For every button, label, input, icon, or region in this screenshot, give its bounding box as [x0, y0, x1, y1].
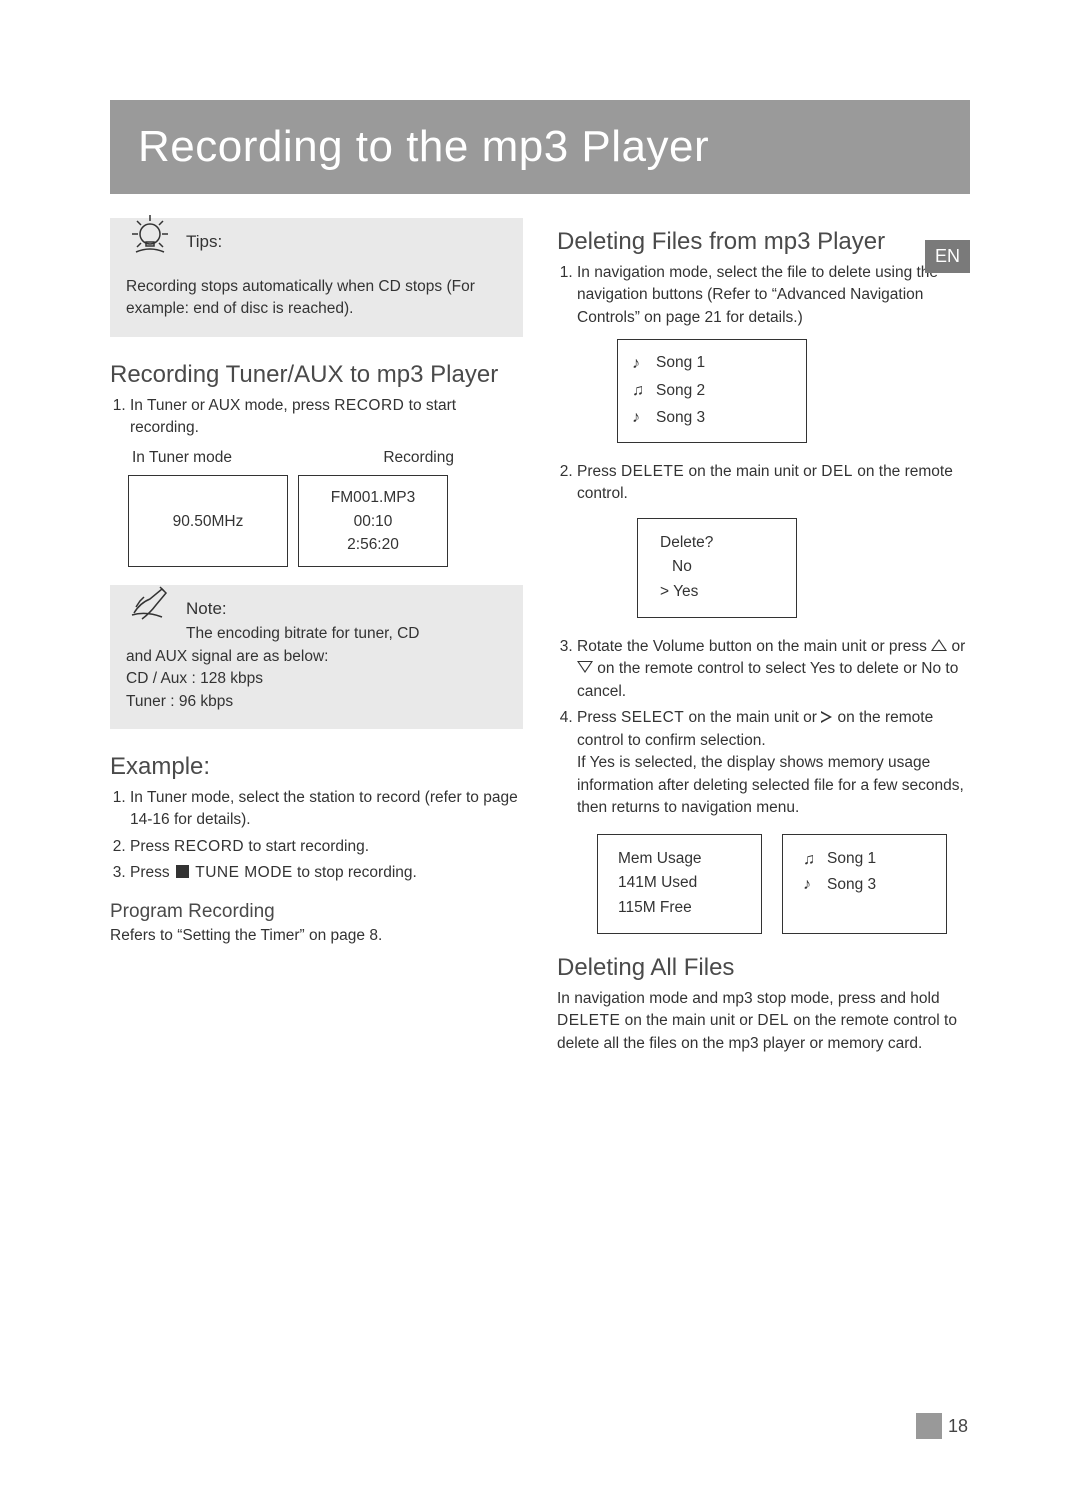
- tips-body: Recording stops automatically when CD st…: [126, 276, 507, 321]
- mem-usage-title: Mem Usage: [618, 847, 741, 872]
- deleting-all-body: In navigation mode and mp3 stop mode, pr…: [557, 988, 970, 1055]
- mem-used: 141M Used: [618, 871, 741, 896]
- song-row: ♫ Song 1: [803, 847, 926, 873]
- record-button-label: RECORD: [174, 838, 244, 855]
- music-note-icon: ♪: [632, 350, 646, 377]
- play-triangle-icon: [821, 711, 833, 723]
- lcd-rec-filename: FM001.MP3: [311, 486, 435, 509]
- list-item: Press TUNE MODE to stop recording.: [130, 862, 523, 884]
- lcd-display-row: 90.50MHz FM001.MP3 00:10 2:56:20: [128, 475, 523, 567]
- down-triangle-icon: [577, 661, 593, 673]
- deleting-steps-cont: Press DELETE on the main unit or DEL on …: [557, 461, 970, 506]
- up-triangle-icon: [931, 639, 947, 651]
- lcd-label-recording: Recording: [383, 449, 454, 467]
- record-button-label: RECORD: [334, 397, 404, 414]
- lcd-result-boxes: Mem Usage 141M Used 115M Free ♫ Song 1 ♪…: [597, 834, 970, 934]
- tips-label: Tips:: [186, 232, 507, 252]
- mem-free: 115M Free: [618, 896, 741, 921]
- note-block: Note: The encoding bitrate for tuner, CD…: [110, 585, 523, 729]
- tips-block: Tips: Recording stops automatically when…: [110, 218, 523, 337]
- lcd-label-tuner: In Tuner mode: [132, 449, 232, 467]
- song-name: Song 1: [827, 847, 876, 872]
- music-note-icon: ♫: [632, 377, 646, 404]
- delete-button-label: DELETE: [621, 463, 684, 480]
- list-item: Rotate the Volume button on the main uni…: [577, 636, 970, 703]
- song-row: ♪ Song 3: [632, 404, 788, 431]
- del-button-label: DEL: [757, 1012, 789, 1029]
- song-row: ♪ Song 1: [632, 350, 788, 377]
- music-note-icon: ♪: [803, 872, 817, 898]
- music-note-icon: ♫: [803, 847, 817, 873]
- right-column: Deleting Files from mp3 Player In naviga…: [557, 218, 970, 1055]
- list-item: In navigation mode, select the file to d…: [577, 262, 970, 329]
- deleting-steps: In navigation mode, select the file to d…: [557, 262, 970, 329]
- left-column: Tips: Recording stops automatically when…: [110, 218, 523, 1055]
- song-name: Song 3: [656, 405, 705, 431]
- note-body: The encoding bitrate for tuner, CD and A…: [126, 623, 507, 713]
- page-title: Recording to the mp3 Player: [138, 122, 709, 171]
- tune-mode-button-label: TUNE MODE: [195, 864, 293, 881]
- lcd-song-list-box: ♪ Song 1 ♫ Song 2 ♪ Song 3: [617, 339, 807, 443]
- lcd-song-list-after-box: ♫ Song 1 ♪ Song 3: [782, 834, 947, 934]
- section-heading-deleting-files: Deleting Files from mp3 Player: [557, 228, 970, 256]
- list-item: In Tuner mode, select the station to rec…: [130, 787, 523, 832]
- tips-lightbulb-icon: [126, 210, 178, 267]
- manual-page: Recording to the mp3 Player EN: [0, 0, 1080, 1499]
- lcd-labels-row: In Tuner mode Recording: [128, 449, 458, 467]
- language-tag: EN: [925, 240, 970, 273]
- lcd-delete-prompt-box: Delete? No > Yes: [637, 518, 797, 618]
- list-item: In Tuner or AUX mode, press RECORD to st…: [130, 395, 523, 440]
- section-heading-deleting-all: Deleting All Files: [557, 954, 970, 982]
- deleting-steps-cont2: Rotate the Volume button on the main uni…: [557, 636, 970, 820]
- song-name: Song 1: [656, 350, 705, 376]
- delete-prompt: Delete?: [660, 531, 774, 556]
- example-heading: Example:: [110, 753, 523, 781]
- recording-steps: In Tuner or AUX mode, press RECORD to st…: [110, 395, 523, 440]
- example-steps: In Tuner mode, select the station to rec…: [110, 787, 523, 885]
- song-row-selected: ♫ Song 2: [632, 377, 788, 404]
- content-columns: Tips: Recording stops automatically when…: [110, 218, 970, 1055]
- page-number: 18: [948, 1416, 968, 1437]
- song-name: Song 2: [656, 378, 705, 404]
- lcd-memory-usage-box: Mem Usage 141M Used 115M Free: [597, 834, 762, 934]
- lcd-tuner-freq: 90.50MHz: [173, 510, 244, 533]
- section-heading-recording-tuner: Recording Tuner/AUX to mp3 Player: [110, 361, 523, 389]
- lcd-rec-remaining: 2:56:20: [311, 533, 435, 556]
- page-title-banner: Recording to the mp3 Player: [110, 100, 970, 194]
- delete-option-no: No: [660, 555, 774, 580]
- list-item: Press DELETE on the main unit or DEL on …: [577, 461, 970, 506]
- program-recording-heading: Program Recording: [110, 901, 523, 923]
- lcd-tuner-box: 90.50MHz: [128, 475, 288, 567]
- select-button-label: SELECT: [621, 709, 684, 726]
- stop-icon: [176, 865, 189, 878]
- page-number-block: 18: [916, 1413, 968, 1439]
- page-number-decoration: [916, 1413, 942, 1439]
- song-name: Song 3: [827, 873, 876, 898]
- lcd-rec-elapsed: 00:10: [311, 510, 435, 533]
- note-hand-writing-icon: [126, 577, 178, 628]
- song-row: ♪ Song 3: [803, 872, 926, 898]
- del-button-label: DEL: [821, 463, 853, 480]
- program-recording-body: Refers to “Setting the Timer” on page 8.: [110, 925, 523, 947]
- delete-button-label: DELETE: [557, 1012, 620, 1029]
- delete-option-yes: > Yes: [660, 580, 774, 605]
- list-item: Press RECORD to start recording.: [130, 836, 523, 858]
- list-item: Press SELECT on the main unit or on the …: [577, 707, 970, 819]
- music-note-icon: ♪: [632, 404, 646, 431]
- lcd-recording-box: FM001.MP3 00:10 2:56:20: [298, 475, 448, 567]
- note-label: Note:: [186, 599, 507, 619]
